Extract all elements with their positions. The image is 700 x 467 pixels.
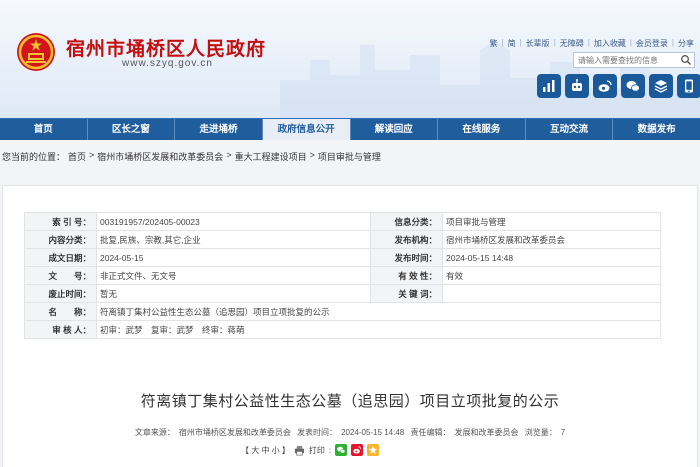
font-size-switcher[interactable]: 【 大 中 小 】 (241, 445, 290, 456)
content-category-label: 内容分类： (24, 230, 97, 249)
abolish-time-value: 暂无 (96, 284, 371, 303)
divider: | (671, 38, 674, 47)
nav-home[interactable]: 首页 (0, 119, 88, 140)
validity-label: 有 效 性： (370, 266, 443, 285)
table-row: 内容分类： 批复,民族、宗教,其它,企业 发布机构： 宿州市埇桥区发展和改革委员… (24, 230, 661, 249)
nav-data-release[interactable]: 数据发布 (613, 119, 700, 140)
top-link-accessibility[interactable]: 无障碍 (560, 38, 584, 49)
views-label: 浏览量： (524, 428, 557, 437)
divider: | (629, 38, 632, 47)
divider: | (519, 38, 522, 47)
breadcrumb-separator: > (89, 150, 95, 160)
reviewer-label: 审 核 人： (24, 320, 97, 339)
nav-mayor-window[interactable]: 区长之窗 (88, 119, 176, 140)
document-info-table: 索 引 号： 003191957/202405-00023 信息分类： 项目审批… (24, 212, 661, 339)
publisher-label: 发布机构： (370, 230, 443, 249)
divider: | (553, 38, 556, 47)
editor-value: 发展和改革委员会 (454, 428, 519, 437)
time-value: 2024-05-15 14:48 (341, 428, 405, 437)
table-row: 索 引 号： 003191957/202405-00023 信息分类： 项目审批… (24, 212, 661, 231)
qzone-share-icon[interactable] (367, 444, 380, 456)
table-row: 文 号： 非正式文件、无文号 有 效 性： 有效 (24, 266, 661, 285)
breadcrumb-item-home[interactable]: 首页 (68, 150, 86, 163)
wechat-share-icon[interactable] (335, 444, 348, 456)
nav-about-yongqiao[interactable]: 走进埇桥 (175, 119, 263, 140)
printer-icon[interactable] (294, 445, 305, 456)
keywords-value (442, 284, 661, 303)
published-time-label: 发布时间： (370, 248, 443, 267)
nav-interaction[interactable]: 互动交流 (526, 119, 614, 140)
breadcrumb-separator: > (226, 150, 232, 160)
main-nav: 首页 区长之窗 走进埇桥 政府信息公开 解读回应 在线服务 互动交流 数据发布 (0, 118, 700, 140)
top-link-simplified[interactable]: 简 (508, 38, 516, 49)
reviewer-value: 初审：武梦 复审：武梦 终审：蒋萌 (96, 320, 661, 339)
source-value: 宿州市埇桥区发展和改革委员会 (178, 428, 291, 437)
search-box (573, 52, 695, 68)
publisher-value: 宿州市埇桥区发展和改革委员会 (442, 230, 661, 249)
article-tools: 【 大 中 小 】 打印 : (241, 443, 380, 457)
doc-name-value: 符离镇丁集村公益性生态公墓（追思园）项目立项批复的公示 (96, 302, 661, 321)
breadcrumb-item-major-projects[interactable]: 重大工程建设项目 (235, 150, 307, 163)
published-time-value: 2024-05-15 14:48 (442, 248, 661, 267)
search-input[interactable] (578, 55, 674, 66)
share-label: : (328, 445, 332, 455)
top-link-login[interactable]: 会员登录 (636, 38, 668, 49)
doc-number-label: 文 号： (24, 266, 97, 285)
divider: | (587, 38, 590, 47)
layers-app-icon[interactable] (649, 74, 673, 98)
breadcrumb: 您当前的位置： 首页 > 宿州市埇桥区发展和改革委员会 > 重大工程建设项目 >… (2, 150, 381, 163)
document-meta: 文章来源： 宿州市埇桥区发展和改革委员会 发表时间： 2024-05-15 14:4… (0, 427, 700, 438)
index-number-label: 索 引 号： (24, 212, 97, 231)
validity-value: 有效 (442, 266, 661, 285)
doc-number-value: 非正式文件、无文号 (96, 266, 371, 285)
national-emblem-icon (17, 33, 55, 71)
created-date-value: 2024-05-15 (96, 248, 371, 267)
site-title[interactable]: 宿州市埇桥区人民政府 (66, 34, 266, 61)
weibo-icon[interactable] (593, 74, 617, 98)
mobile-app-icon[interactable] (677, 74, 700, 98)
nav-online-services[interactable]: 在线服务 (438, 119, 526, 140)
site-header: 宿州市埇桥区人民政府 www.szyq.gov.cn 繁 | 简 | 长辈版 |… (0, 0, 700, 118)
table-row: 废止时间： 暂无 关 键 词： (24, 284, 661, 303)
top-links: 繁 | 简 | 长辈版 | 无障碍 | 加入收藏 | 会员登录 | 分享 (490, 38, 694, 49)
content-category-value: 批复,民族、宗教,其它,企业 (96, 230, 371, 249)
wechat-icon[interactable] (621, 74, 645, 98)
table-row: 审 核 人： 初审：武梦 复审：武梦 终审：蒋萌 (24, 320, 661, 339)
document-title: 符离镇丁集村公益性生态公墓（追思园）项目立项批复的公示 (140, 393, 560, 410)
table-row: 名 称： 符离镇丁集村公益性生态公墓（追思园）项目立项批复的公示 (24, 302, 661, 321)
divider: | (501, 38, 504, 47)
created-date-label: 成文日期： (24, 248, 97, 267)
info-category-value: 项目审批与管理 (442, 212, 661, 231)
search-icon[interactable] (680, 54, 692, 66)
index-number-value: 003191957/202405-00023 (96, 212, 371, 231)
robot-assistant-icon[interactable] (565, 74, 589, 98)
breadcrumb-prefix: 您当前的位置： (2, 152, 66, 162)
views-value: 7 (560, 428, 566, 437)
nav-gov-info-disclosure[interactable]: 政府信息公开 (262, 119, 351, 140)
abolish-time-label: 废止时间： (24, 284, 97, 303)
top-link-elder-mode[interactable]: 长辈版 (526, 38, 550, 49)
table-row: 成文日期： 2024-05-15 发布时间： 2024-05-15 14:48 (24, 248, 661, 267)
nav-interpretation[interactable]: 解读回应 (351, 119, 439, 140)
info-category-label: 信息分类： (370, 212, 443, 231)
doc-name-label: 名 称： (24, 302, 97, 321)
breadcrumb-item-approval[interactable]: 项目审批与管理 (318, 150, 381, 163)
site-url: www.szyq.gov.cn (122, 58, 213, 69)
social-icons (537, 74, 700, 98)
top-link-share[interactable]: 分享 (678, 38, 694, 49)
top-link-traditional[interactable]: 繁 (490, 38, 498, 49)
top-link-bookmark[interactable]: 加入收藏 (594, 38, 626, 49)
weibo-share-icon[interactable] (351, 444, 364, 456)
print-button[interactable]: 打印 (309, 445, 325, 456)
source-label: 文章来源： (134, 428, 175, 437)
data-chart-icon[interactable] (537, 74, 561, 98)
breadcrumb-item-ndrc[interactable]: 宿州市埇桥区发展和改革委员会 (97, 150, 223, 163)
keywords-label: 关 键 词： (370, 284, 443, 303)
editor-label: 责任编辑： (410, 428, 451, 437)
time-label: 发表时间： (297, 428, 338, 437)
breadcrumb-separator: > (309, 150, 315, 160)
